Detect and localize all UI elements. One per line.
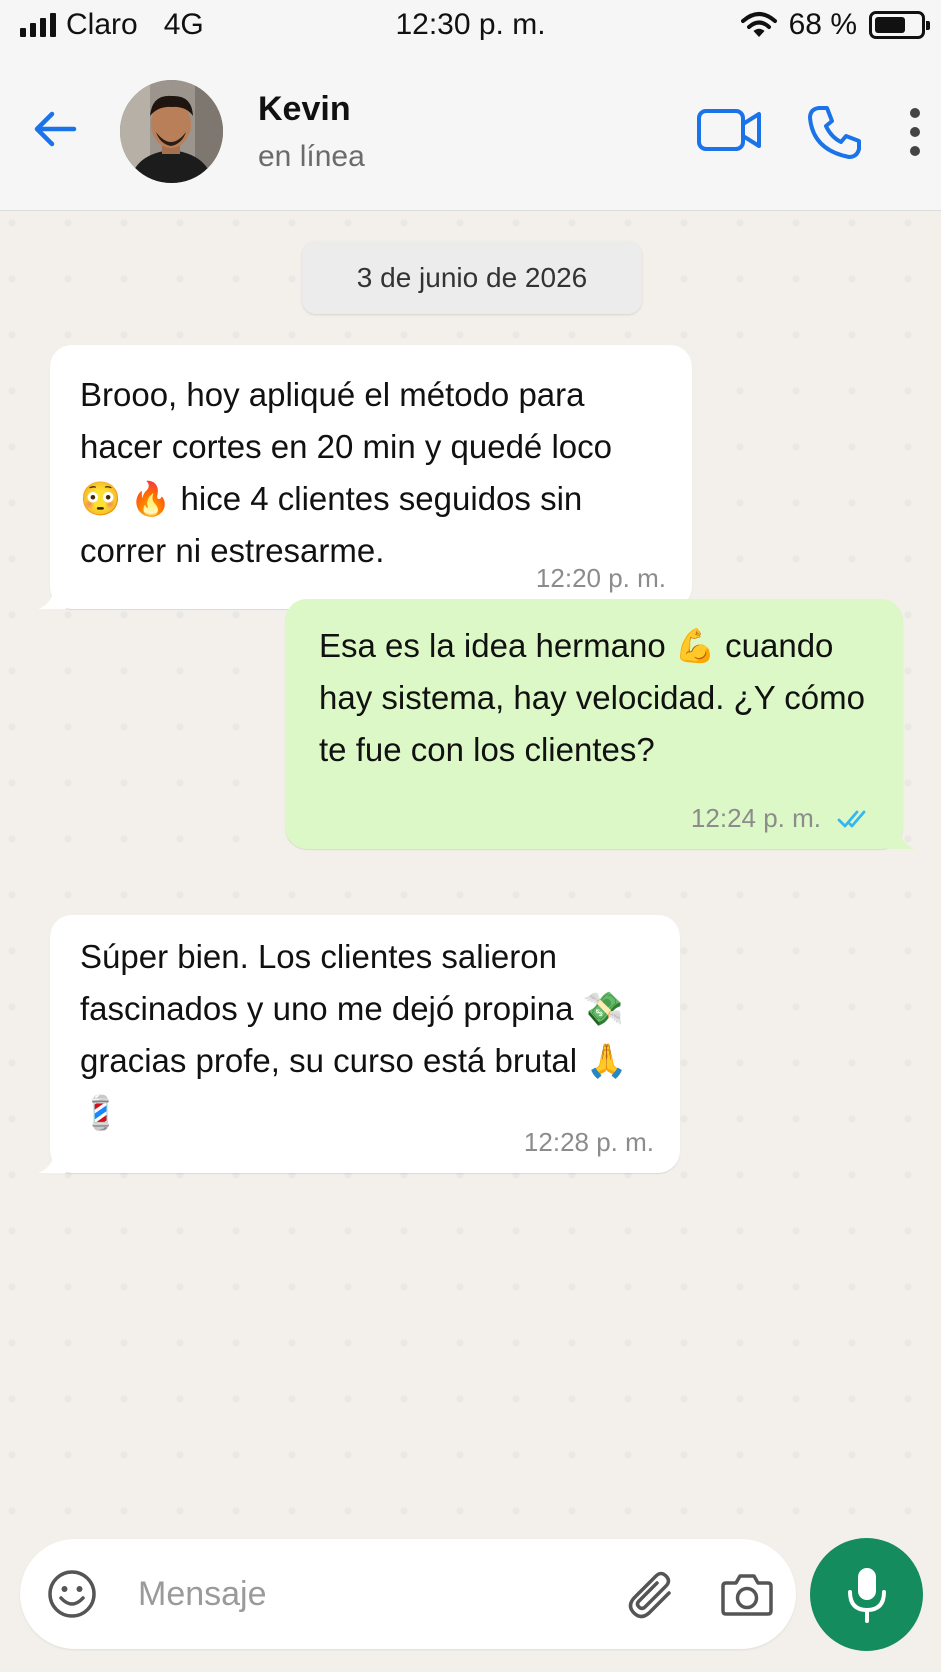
message-incoming[interactable]: Brooo, hoy apliqué el método para hacer … [38, 345, 692, 609]
message-text: Súper bien. Los clientes salieron fascin… [80, 938, 628, 1131]
message-time: 12:24 p. m. [690, 803, 821, 833]
avatar-photo [120, 80, 223, 183]
voice-message-button[interactable] [810, 1538, 923, 1651]
message-time: 12:28 p. m. [523, 1127, 654, 1157]
more-vertical-icon [910, 108, 920, 156]
avatar[interactable] [120, 80, 223, 183]
battery-icon [869, 11, 930, 39]
bubble-tail [38, 579, 66, 609]
read-receipt-icon [837, 810, 866, 828]
contact-name[interactable]: Kevin [258, 90, 351, 129]
arrow-left-icon [34, 111, 77, 147]
video-camera-icon [697, 109, 761, 151]
battery-fill [875, 17, 905, 33]
status-bar: Claro 4G 12:30 p. m. 68 % [0, 0, 941, 52]
chat-header: Kevin en línea [0, 52, 941, 211]
contact-status: en línea [258, 140, 365, 173]
attach-button[interactable] [625, 1567, 679, 1621]
emoji-icon [48, 1570, 96, 1618]
back-button[interactable] [30, 104, 80, 154]
phone-icon [808, 106, 861, 159]
battery-percent: 68 % [788, 8, 857, 41]
microphone-icon [847, 1567, 886, 1623]
video-call-button[interactable] [695, 102, 765, 158]
message-time: 12:20 p. m. [535, 563, 666, 593]
message-incoming[interactable]: Súper bien. Los clientes salieron fascin… [38, 915, 680, 1173]
message-composer [20, 1539, 796, 1649]
composer-bar [0, 1531, 941, 1672]
message-text: Esa es la idea hermano 💪 cuando hay sist… [319, 627, 865, 768]
bubble-tail [887, 819, 915, 849]
camera-button[interactable] [720, 1569, 774, 1619]
bubble-tail [38, 1143, 66, 1173]
paperclip-icon [628, 1571, 671, 1619]
voice-call-button[interactable] [805, 102, 865, 162]
more-options-button[interactable] [900, 107, 930, 157]
date-chip: 3 de junio de 2026 [302, 241, 642, 314]
chat-area[interactable]: 3 de junio de 2026 Brooo, hoy apliqué el… [0, 211, 941, 1531]
wifi-icon [740, 12, 777, 37]
message-outgoing[interactable]: Esa es la idea hermano 💪 cuando hay sist… [285, 599, 915, 849]
camera-icon [721, 1574, 773, 1616]
message-input[interactable] [138, 1569, 558, 1619]
message-text: Brooo, hoy apliqué el método para hacer … [80, 376, 612, 569]
status-right: 68 % [740, 8, 930, 42]
emoji-button[interactable] [46, 1568, 98, 1620]
